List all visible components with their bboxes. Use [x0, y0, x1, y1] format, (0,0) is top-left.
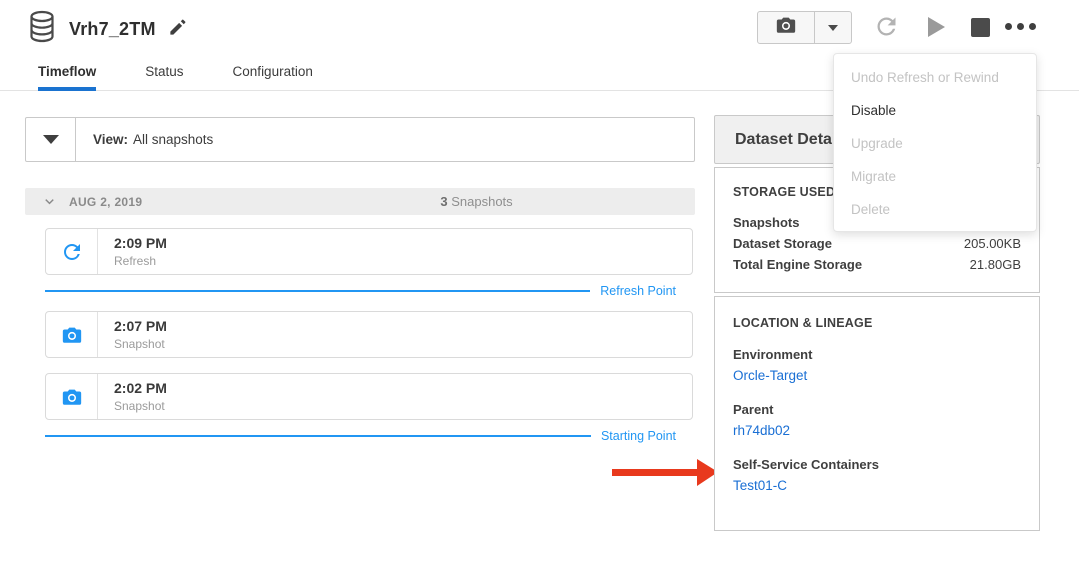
refresh-icon [46, 229, 98, 274]
edit-title-pencil-icon[interactable] [168, 18, 187, 42]
menu-item-upgrade: Upgrade [834, 127, 1036, 160]
snapshot-card[interactable]: 2:02 PM Snapshot [45, 373, 693, 420]
camera-icon [775, 14, 797, 41]
snapshot-type: Refresh [114, 254, 167, 268]
refresh-icon [873, 13, 900, 40]
snapshot-options-caret[interactable] [815, 12, 851, 43]
snapshot-time: 2:09 PM [114, 235, 167, 251]
camera-icon [46, 374, 98, 419]
tab-timeflow[interactable]: Timeflow [38, 64, 96, 90]
page-title: Vrh7_2TM [69, 19, 156, 40]
self-service-container-link[interactable]: Test01-C [733, 478, 787, 493]
marker-line [45, 435, 591, 437]
snapshot-card[interactable]: 2:09 PM Refresh [45, 228, 693, 275]
group-date: AUG 2, 2019 [69, 195, 142, 209]
view-filter-value: All snapshots [133, 132, 213, 147]
actions-dropdown-menu: Undo Refresh or Rewind Disable Upgrade M… [833, 53, 1037, 232]
menu-item-disable[interactable]: Disable [834, 94, 1036, 127]
chevron-down-icon [42, 194, 57, 209]
location-section-title: LOCATION & LINEAGE [733, 316, 1021, 330]
more-actions-button ellipsis-icon[interactable] [1005, 23, 1036, 30]
menu-item-undo-refresh-or-rewind: Undo Refresh or Rewind [834, 61, 1036, 94]
starting-point-marker: Starting Point [45, 429, 676, 443]
snapshot-time: 2:07 PM [114, 318, 167, 334]
arrow-shaft [612, 469, 698, 476]
marker-line [45, 290, 590, 292]
snapshot-type: Snapshot [114, 337, 167, 351]
database-icon [28, 10, 56, 48]
red-arrow-annotation [612, 459, 718, 486]
environment-link[interactable]: Orcle-Target [733, 368, 807, 383]
view-filter-toggle[interactable] [26, 118, 76, 161]
self-service-containers-field: Self-Service Containers Test01-C [733, 457, 1021, 495]
stop-button stop-icon[interactable] [971, 18, 990, 37]
parent-link[interactable]: rh74db02 [733, 423, 790, 438]
snapshot-view-filter[interactable]: View: All snapshots [25, 117, 695, 162]
location-lineage-panel: LOCATION & LINEAGE Environment Orcle-Tar… [714, 296, 1040, 531]
snapshot-card[interactable]: 2:07 PM Snapshot [45, 311, 693, 358]
refresh-button[interactable] [873, 13, 900, 45]
tab-status[interactable]: Status [145, 64, 183, 90]
start-button play-icon[interactable] [928, 17, 945, 37]
view-filter-text: View: All snapshots [76, 132, 213, 147]
view-filter-label: View: [93, 132, 128, 147]
tab-configuration[interactable]: Configuration [233, 64, 313, 90]
marker-label: Starting Point [601, 429, 676, 443]
camera-icon [46, 312, 98, 357]
parent-field: Parent rh74db02 [733, 402, 1021, 440]
storage-row: Dataset Storage 205.00KB [733, 233, 1021, 254]
menu-item-delete: Delete [834, 193, 1036, 226]
marker-label: Refresh Point [600, 284, 676, 298]
snapshot-type: Snapshot [114, 399, 167, 413]
page-header: Vrh7_2TM [28, 10, 187, 48]
dataset-page: Vrh7_2TM Timeflow [0, 0, 1079, 570]
triangle-down-icon [43, 135, 59, 144]
environment-field: Environment Orcle-Target [733, 347, 1021, 385]
snapshot-button[interactable] [758, 12, 815, 43]
snapshot-split-button[interactable] [757, 11, 852, 44]
refresh-point-marker: Refresh Point [45, 284, 676, 298]
menu-item-migrate: Migrate [834, 160, 1036, 193]
storage-row: Total Engine Storage 21.80GB [733, 254, 1021, 275]
snapshot-group-header[interactable]: AUG 2, 2019 3 Snapshots [25, 188, 695, 215]
group-count: 3 Snapshots [440, 194, 512, 209]
snapshot-time: 2:02 PM [114, 380, 167, 396]
caret-down-icon [828, 25, 838, 31]
